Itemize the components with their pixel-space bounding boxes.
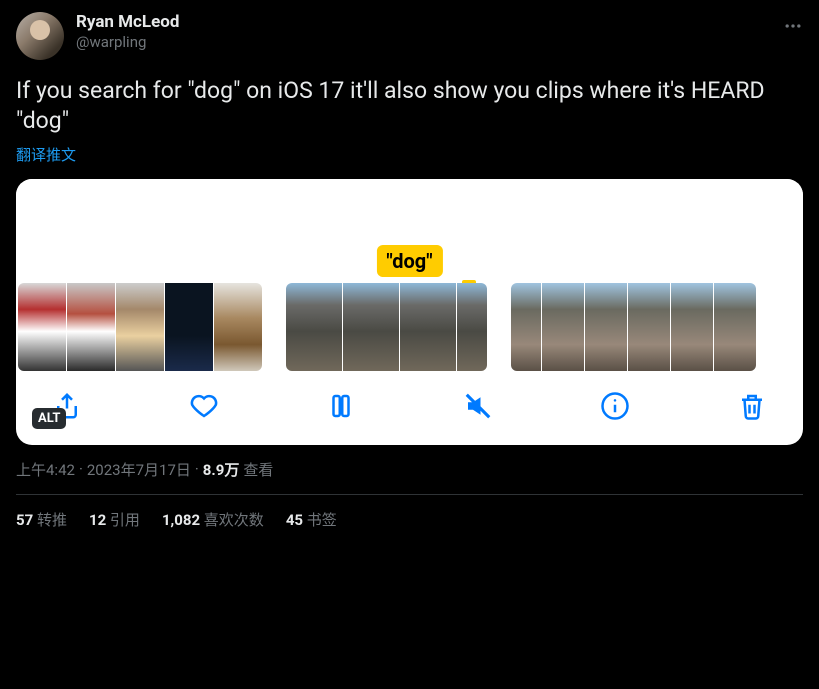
trash-icon[interactable] xyxy=(737,391,767,425)
retweets-count: 57 xyxy=(16,511,33,529)
video-timeline[interactable] xyxy=(16,283,803,371)
retweets-label: 转推 xyxy=(37,511,67,529)
more-icon[interactable] xyxy=(783,16,803,36)
alt-badge[interactable]: ALT xyxy=(32,408,66,429)
clip-thumbnail[interactable] xyxy=(286,283,342,371)
clip-thumbnail[interactable] xyxy=(165,283,213,371)
clip-group[interactable] xyxy=(286,283,487,371)
clip-thumbnail[interactable] xyxy=(67,283,115,371)
views-label: 查看 xyxy=(243,459,273,480)
handle: @warpling xyxy=(76,33,179,52)
clip-thumbnail[interactable] xyxy=(343,283,399,371)
tweet-container: Ryan McLeod @warpling If you search for … xyxy=(0,0,819,530)
clip-thumbnail[interactable] xyxy=(585,283,627,371)
media-controls xyxy=(16,371,803,433)
quotes-count: 12 xyxy=(89,511,106,529)
meta-separator: · xyxy=(79,460,83,478)
tweet-stats: 57 转推 12 引用 1,082 喜欢次数 45 书签 xyxy=(16,495,803,530)
tweet-meta[interactable]: 上午4:42 · 2023年7月17日 · 8.9万 查看 xyxy=(16,459,803,480)
views-count: 8.9万 xyxy=(203,459,240,480)
tweet-header: Ryan McLeod @warpling xyxy=(16,12,803,60)
media-top-area: "dog" xyxy=(16,179,803,283)
clip-thumbnail[interactable] xyxy=(671,283,713,371)
clip-thumbnail[interactable] xyxy=(116,283,164,371)
info-icon[interactable] xyxy=(600,391,630,425)
likes-label: 喜欢次数 xyxy=(204,511,264,529)
quotes-label: 引用 xyxy=(110,511,140,529)
bookmarks-count: 45 xyxy=(286,511,303,529)
heart-icon[interactable] xyxy=(189,391,219,425)
retweets-stat[interactable]: 57 转推 xyxy=(16,509,67,530)
speaker-muted-icon[interactable] xyxy=(463,391,493,425)
clip-group[interactable] xyxy=(511,283,756,371)
likes-stat[interactable]: 1,082 喜欢次数 xyxy=(162,509,264,530)
translate-link[interactable]: 翻译推文 xyxy=(16,144,803,165)
clip-thumbnail[interactable] xyxy=(542,283,584,371)
bookmarks-label: 书签 xyxy=(307,511,337,529)
avatar[interactable] xyxy=(16,12,64,60)
tweet-text: If you search for "dog" on iOS 17 it'll … xyxy=(16,76,803,136)
clip-group[interactable] xyxy=(18,283,262,371)
clip-thumbnail[interactable] xyxy=(628,283,670,371)
likes-count: 1,082 xyxy=(162,511,200,529)
clip-thumbnail[interactable] xyxy=(511,283,541,371)
display-name: Ryan McLeod xyxy=(76,12,179,33)
meta-date: 2023年7月17日 xyxy=(87,459,191,480)
author-names[interactable]: Ryan McLeod @warpling xyxy=(76,12,179,52)
clip-thumbnail[interactable] xyxy=(214,283,262,371)
clip-thumbnail[interactable] xyxy=(400,283,456,371)
meta-time: 上午4:42 xyxy=(16,459,75,480)
clip-thumbnail[interactable] xyxy=(457,283,487,371)
clip-thumbnail[interactable] xyxy=(714,283,756,371)
clip-thumbnail[interactable] xyxy=(18,283,66,371)
pause-icon[interactable] xyxy=(326,391,356,425)
bookmarks-stat[interactable]: 45 书签 xyxy=(286,509,337,530)
media-card[interactable]: "dog" xyxy=(16,179,803,445)
quotes-stat[interactable]: 12 引用 xyxy=(89,509,140,530)
search-tag-label: "dog" xyxy=(376,245,442,277)
meta-separator: · xyxy=(195,460,199,478)
